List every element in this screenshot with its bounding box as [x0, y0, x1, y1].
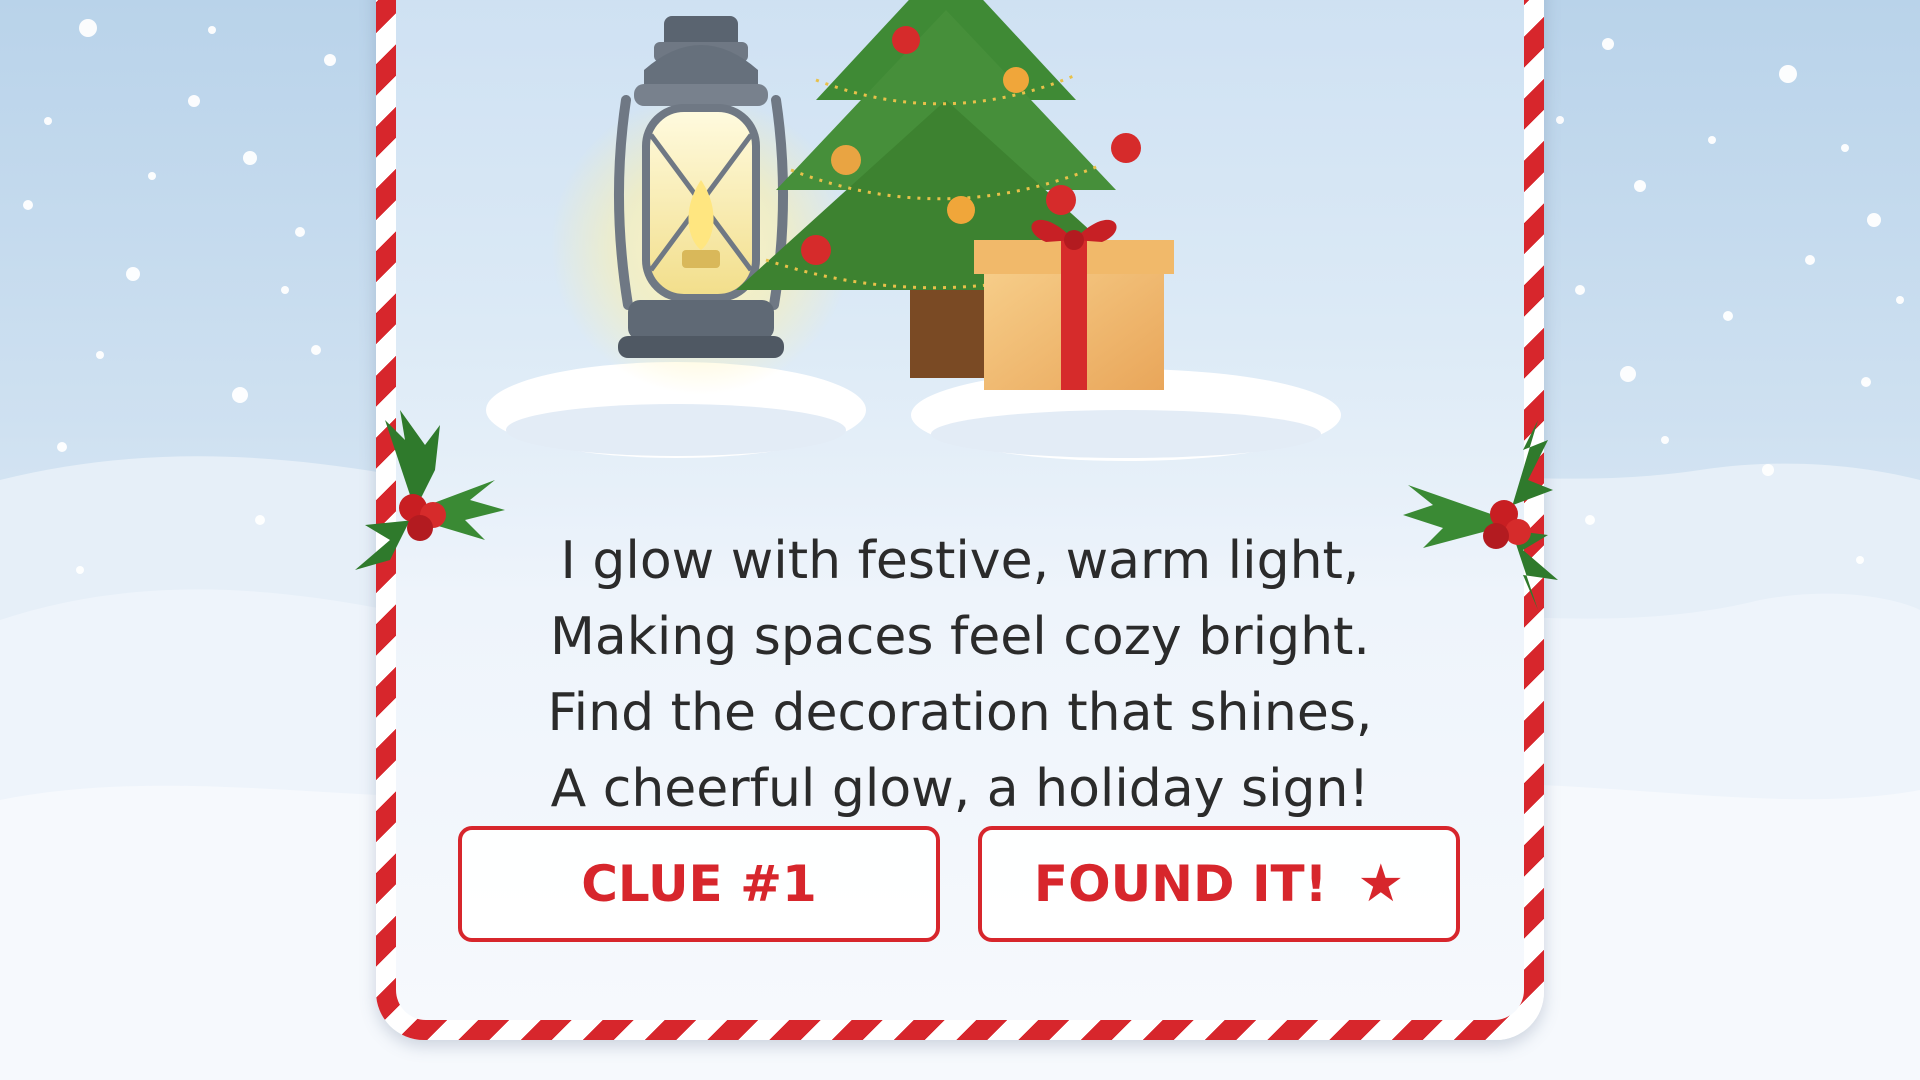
riddle-card: I glow with festive, warm light, Making …: [396, 0, 1524, 1020]
riddle-line: Find the decoration that shines,: [547, 683, 1373, 743]
holly-icon: [1403, 420, 1558, 610]
clue-button-label: CLUE #1: [581, 855, 817, 913]
clue-button[interactable]: CLUE #1: [458, 826, 940, 942]
card-illustration: [486, 0, 1341, 461]
gift-box-icon: [974, 219, 1174, 390]
riddle-line: Making spaces feel cozy bright.: [550, 607, 1370, 667]
riddle-card-frame: I glow with festive, warm light, Making …: [376, 0, 1544, 1040]
found-it-button-label: FOUND IT!: [1033, 855, 1328, 913]
riddle-line: A cheerful glow, a holiday sign!: [550, 759, 1370, 819]
found-it-button[interactable]: FOUND IT! ★: [978, 826, 1460, 942]
riddle-line: I glow with festive, warm light,: [560, 531, 1360, 591]
holly-icon: [355, 410, 505, 590]
lantern-icon: [551, 16, 851, 395]
riddle-text: I glow with festive, warm light, Making …: [396, 523, 1524, 827]
star-icon: ★: [1357, 854, 1405, 914]
